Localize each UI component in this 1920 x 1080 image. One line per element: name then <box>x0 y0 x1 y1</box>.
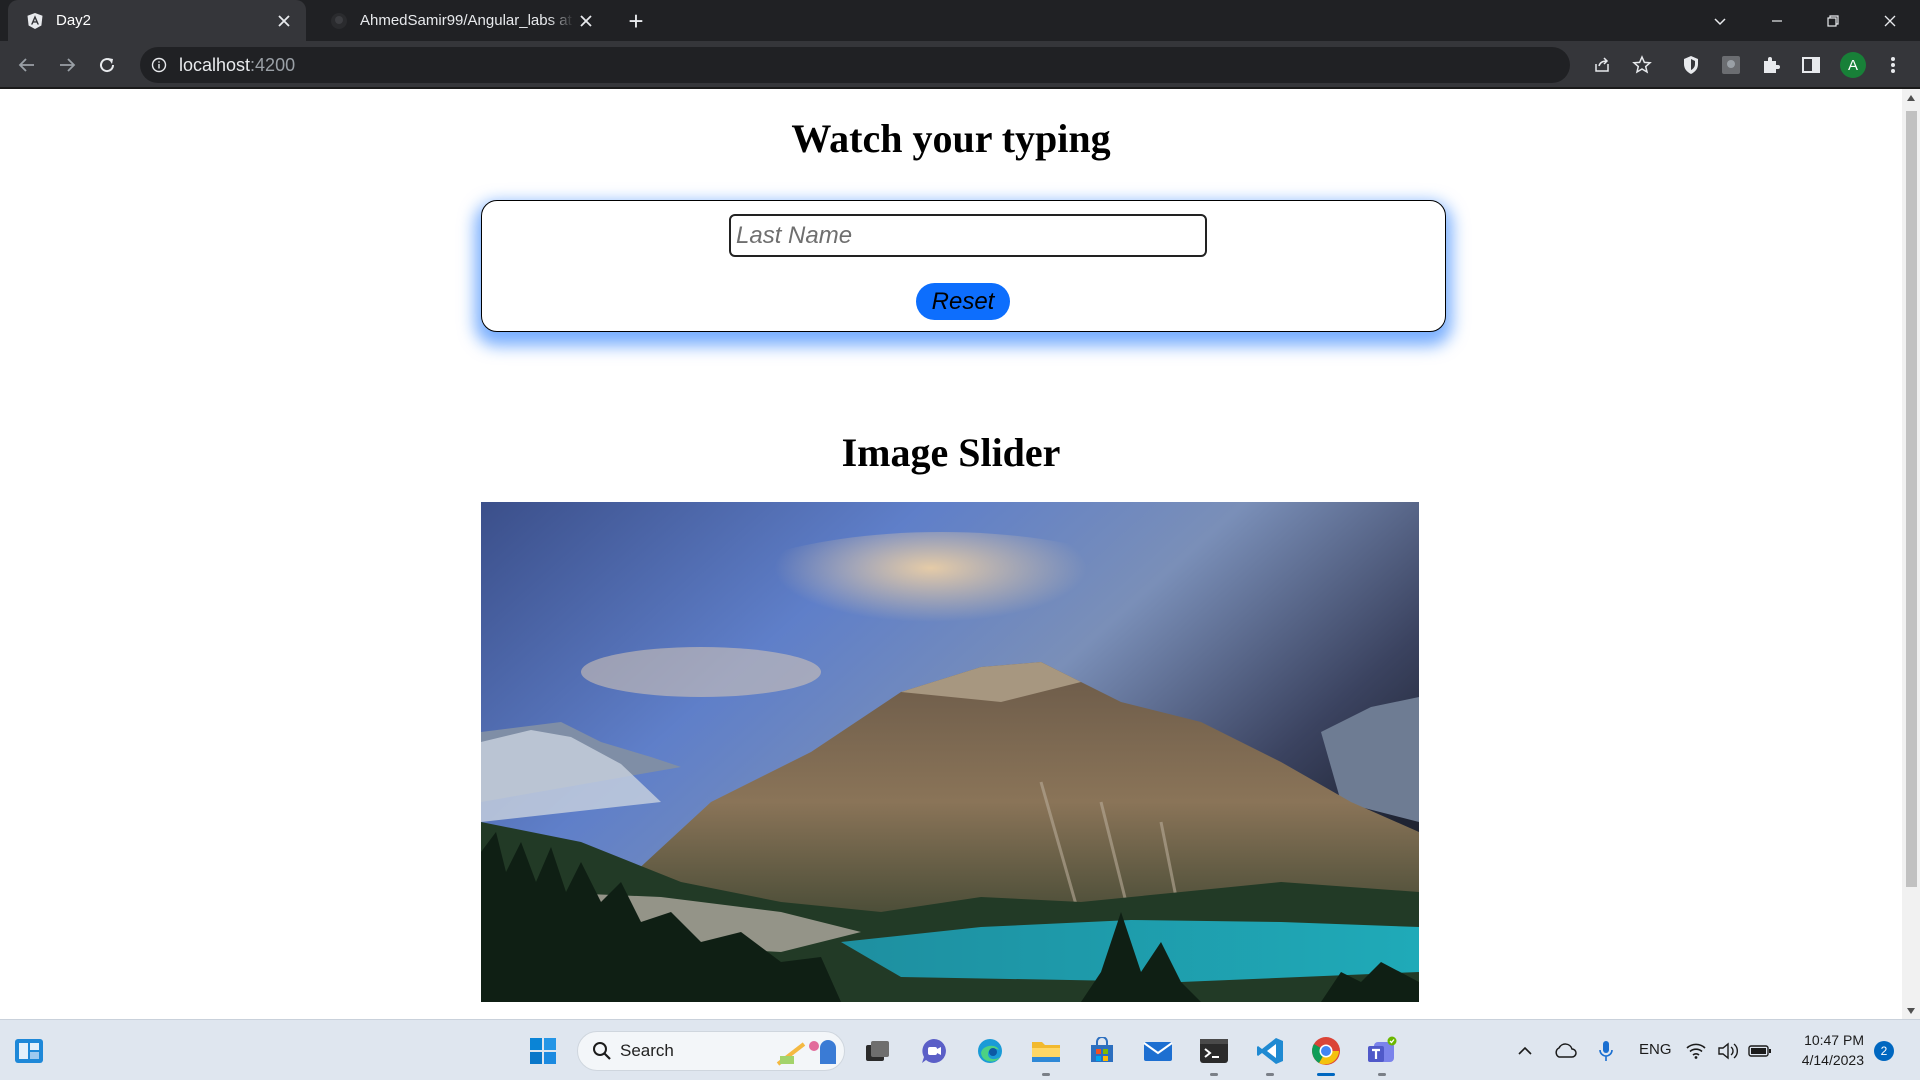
onedrive-icon[interactable] <box>1545 1030 1585 1072</box>
start-icon[interactable] <box>522 1030 564 1072</box>
close-window-icon[interactable] <box>1862 0 1918 41</box>
forward-icon[interactable] <box>50 48 84 82</box>
clock[interactable]: 10:47 PM 4/14/2023 <box>1784 1030 1864 1070</box>
search-highlight-icon <box>774 1034 838 1068</box>
active-indicator <box>1317 1073 1335 1076</box>
wifi-icon[interactable] <box>1680 1030 1712 1072</box>
language-indicator[interactable]: ENG <box>1639 1041 1672 1058</box>
scroll-down-icon[interactable] <box>1902 1002 1920 1019</box>
chrome-icon[interactable] <box>1305 1030 1347 1076</box>
site-info-icon[interactable] <box>149 55 169 75</box>
chat-icon[interactable] <box>913 1030 955 1072</box>
page-viewport: Watch your typing Reset Image Slider <box>0 89 1902 1019</box>
windows-taskbar: Search ENG 10:47 PM 4/14/2023 2 <box>0 1019 1920 1080</box>
browser-toolbar: localhost:4200 A <box>0 41 1920 87</box>
vscode-icon[interactable] <box>1249 1030 1291 1076</box>
shield-extension-icon[interactable] <box>1674 48 1708 82</box>
scrollbar-thumb[interactable] <box>1906 111 1917 887</box>
back-icon[interactable] <box>10 48 44 82</box>
battery-icon[interactable] <box>1744 1030 1776 1072</box>
running-indicator <box>1042 1073 1050 1076</box>
running-indicator <box>1266 1073 1274 1076</box>
tab-day2[interactable]: Day2 <box>8 0 306 41</box>
tab-search-icon[interactable] <box>1692 0 1748 41</box>
browser-tabbar: Day2 AhmedSamir99/Angular_labs at day2 + <box>0 0 1920 41</box>
tab-title: Day2 <box>56 12 92 29</box>
url-port: :4200 <box>250 54 296 75</box>
scroll-up-icon[interactable] <box>1902 89 1920 106</box>
address-bar[interactable]: localhost:4200 <box>140 47 1570 83</box>
extension-icon[interactable] <box>1714 48 1748 82</box>
edge-icon[interactable] <box>969 1030 1011 1072</box>
clock-time: 10:47 PM <box>1804 1032 1864 1048</box>
close-tab-icon[interactable] <box>574 9 598 33</box>
profile-initial: A <box>1840 52 1866 78</box>
extensions-puzzle-icon[interactable] <box>1754 48 1788 82</box>
running-indicator <box>1378 1073 1386 1076</box>
typing-card: Reset <box>481 200 1446 332</box>
github-icon <box>330 12 348 30</box>
side-panel-icon[interactable] <box>1794 48 1828 82</box>
search-label: Search <box>620 1041 674 1060</box>
reload-icon[interactable] <box>90 48 124 82</box>
teams-icon[interactable] <box>1361 1030 1403 1076</box>
store-icon[interactable] <box>1081 1030 1123 1072</box>
taskbar-search[interactable]: Search <box>577 1031 845 1071</box>
microphone-icon[interactable] <box>1586 1030 1626 1072</box>
search-icon <box>592 1041 612 1061</box>
widgets-icon[interactable] <box>8 1030 50 1072</box>
restore-icon[interactable] <box>1805 0 1861 41</box>
terminal-icon[interactable] <box>1193 1030 1235 1076</box>
clock-date: 4/14/2023 <box>1801 1052 1864 1068</box>
new-tab-button[interactable]: + <box>620 6 652 36</box>
reset-button[interactable]: Reset <box>916 283 1010 320</box>
profile-avatar[interactable]: A <box>1836 48 1870 82</box>
tab-github[interactable]: AhmedSamir99/Angular_labs at day2 <box>312 0 608 41</box>
last-name-input[interactable] <box>729 214 1207 257</box>
mail-icon[interactable] <box>1137 1030 1179 1072</box>
slider-heading: Image Slider <box>841 430 1061 475</box>
show-hidden-icons-icon[interactable] <box>1505 1030 1545 1072</box>
file-explorer-icon[interactable] <box>1025 1030 1067 1076</box>
close-tab-icon[interactable] <box>272 9 296 33</box>
task-view-icon[interactable] <box>857 1030 899 1072</box>
typing-heading: Watch your typing <box>791 116 1111 161</box>
volume-icon[interactable] <box>1712 1030 1744 1072</box>
angular-icon <box>26 12 44 30</box>
running-indicator <box>1210 1073 1218 1076</box>
tab-title: AhmedSamir99/Angular_labs at day2 <box>360 12 574 29</box>
bookmark-star-icon[interactable] <box>1625 48 1659 82</box>
share-icon[interactable] <box>1585 48 1619 82</box>
page-scrollbar[interactable] <box>1902 89 1920 1019</box>
menu-kebab-icon[interactable] <box>1876 48 1910 82</box>
minimize-icon[interactable] <box>1749 0 1805 41</box>
url-host: localhost <box>179 54 251 75</box>
slider-image[interactable] <box>481 502 1419 1002</box>
notification-badge[interactable]: 2 <box>1874 1041 1894 1061</box>
